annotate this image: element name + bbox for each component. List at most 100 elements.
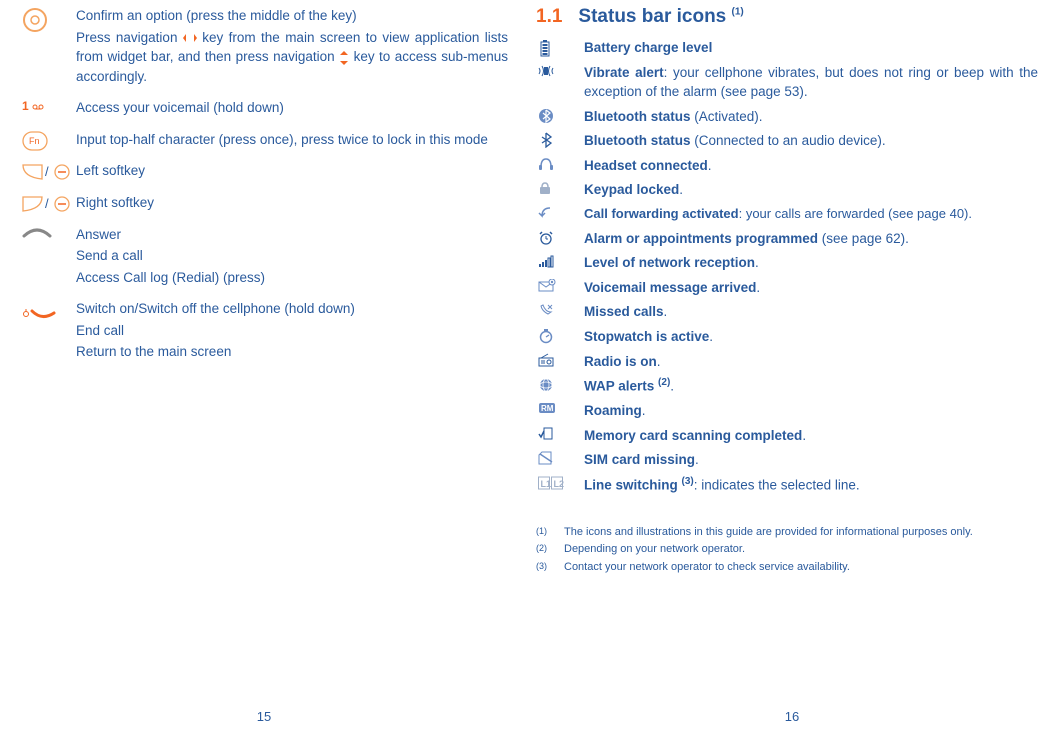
switch-text: Switch on/Switch off the cellphone (hold… <box>76 299 508 364</box>
radio-text: Radio is on. <box>584 352 1038 372</box>
stopwatch-icon <box>536 327 584 344</box>
memcard-text: Memory card scanning completed. <box>584 426 1038 446</box>
svg-text:1: 1 <box>22 99 29 113</box>
radio-icon <box>536 352 584 367</box>
page-left: Confirm an option (press the middle of t… <box>0 0 528 732</box>
answer-text: Answer Send a call Access Call log (Redi… <box>76 225 508 290</box>
switch-c: Return to the main screen <box>76 342 508 362</box>
voicemail-text: Access your voicemail (hold down) <box>76 98 508 118</box>
row-callforward: Call forwarding activated: your calls ar… <box>536 205 1038 226</box>
row-leftsoft: / Left softkey <box>20 161 508 183</box>
row-bt-connected: Bluetooth status (Connected to an audio … <box>536 131 1038 153</box>
svg-text:RM: RM <box>541 404 554 413</box>
fn1-num: (1) <box>536 525 564 540</box>
network-text: Level of network reception. <box>584 253 1038 273</box>
svg-text:Fn: Fn <box>29 136 40 146</box>
bt-act-text: Bluetooth status (Activated). <box>584 107 1038 127</box>
footnotes: (1)The icons and illustrations in this g… <box>536 525 1038 575</box>
row-missed: Missed calls. <box>536 302 1038 324</box>
battery-icon <box>536 38 584 57</box>
row-roaming: RM Roaming. <box>536 401 1038 423</box>
row-vibrate: Vibrate alert: your cellphone vibrates, … <box>536 63 1038 104</box>
leftsoft-text: Left softkey <box>76 161 508 181</box>
row-fn: Fn Input top-half character (press once)… <box>20 130 508 152</box>
vm-text: Voicemail message arrived. <box>584 278 1038 298</box>
ok-key-icon <box>20 6 76 33</box>
answer-a: Answer <box>76 225 508 245</box>
confirm-l1: Confirm an option (press the middle of t… <box>76 8 357 23</box>
row-headset: Headset connected. <box>536 156 1038 178</box>
fn3-text: Contact your network operator to check s… <box>564 560 1038 575</box>
row-confirm: Confirm an option (press the middle of t… <box>20 6 508 88</box>
memcard-icon <box>536 426 584 441</box>
vibrate-icon <box>536 63 584 78</box>
row-wap: WAP alerts (2). <box>536 376 1038 398</box>
keypad-text: Keypad locked. <box>584 180 1038 200</box>
fn-text: Input top-half character (press once), p… <box>76 130 508 150</box>
answer-b: Send a call <box>76 246 508 266</box>
call-forward-icon <box>536 205 584 220</box>
line-text: Line switching (3): indicates the select… <box>584 475 1038 495</box>
missed-text: Missed calls. <box>584 302 1038 322</box>
headset-icon <box>536 156 584 171</box>
page-number-right: 16 <box>528 709 1056 724</box>
section-heading: 1.1 Status bar icons (1) <box>536 6 1038 28</box>
right-softkey-icon: / <box>20 193 76 214</box>
fn2-num: (2) <box>536 542 564 557</box>
send-key-icon <box>20 225 76 240</box>
battery-text: Battery charge level <box>584 38 1038 58</box>
vibrate-text: Vibrate alert: your cellphone vibrates, … <box>584 63 1038 102</box>
row-radio: Radio is on. <box>536 352 1038 374</box>
svg-text:L2: L2 <box>554 479 565 489</box>
switch-b: End call <box>76 321 508 341</box>
wap-text: WAP alerts (2). <box>584 376 1038 396</box>
svg-text:L1: L1 <box>541 479 552 489</box>
row-memcard: Memory card scanning completed. <box>536 426 1038 448</box>
confirm-l2a: Press navigation <box>76 30 183 45</box>
svg-text:/: / <box>45 164 49 179</box>
nav-lr-icon <box>183 33 197 43</box>
switch-a: Switch on/Switch off the cellphone (hold… <box>76 299 508 319</box>
page-right: 1.1 Status bar icons (1) Battery charge … <box>528 0 1056 732</box>
confirm-text: Confirm an option (press the middle of t… <box>76 6 508 88</box>
section-title: Status bar icons (1) <box>578 6 743 28</box>
sim-text: SIM card missing. <box>584 450 1038 470</box>
roaming-icon: RM <box>536 401 584 414</box>
section-number: 1.1 <box>536 6 562 28</box>
svg-text:/: / <box>45 196 49 211</box>
bt-con-text: Bluetooth status (Connected to an audio … <box>584 131 1038 151</box>
key-1-icon: 1 <box>20 98 76 113</box>
row-switch: Switch on/Switch off the cellphone (hold… <box>20 299 508 364</box>
row-stopwatch: Stopwatch is active. <box>536 327 1038 349</box>
bluetooth-icon <box>536 107 584 124</box>
row-line: L1L2 Line switching (3): indicates the s… <box>536 475 1038 497</box>
line-switch-icon: L1L2 <box>536 475 584 490</box>
roaming-text: Roaming. <box>584 401 1038 421</box>
voicemail-msg-icon <box>536 278 584 293</box>
nav-ud-icon <box>339 51 349 65</box>
rightsoft-text: Right softkey <box>76 193 508 213</box>
left-softkey-icon: / <box>20 161 76 182</box>
fn-key-icon: Fn <box>20 130 76 151</box>
headset-text: Headset connected. <box>584 156 1038 176</box>
signal-icon <box>536 253 584 268</box>
row-rightsoft: / Right softkey <box>20 193 508 215</box>
row-alarm: Alarm or appointments programmed (see pa… <box>536 229 1038 251</box>
row-voicemail: 1 Access your voicemail (hold down) <box>20 98 508 120</box>
fn3-num: (3) <box>536 560 564 575</box>
cf-text: Call forwarding activated: your calls ar… <box>584 205 1038 224</box>
fn2-text: Depending on your network operator. <box>564 542 1038 557</box>
row-vm: Voicemail message arrived. <box>536 278 1038 300</box>
answer-c: Access Call log (Redial) (press) <box>76 268 508 288</box>
end-key-icon <box>20 299 76 321</box>
row-answer: Answer Send a call Access Call log (Redi… <box>20 225 508 290</box>
alarm-icon <box>536 229 584 246</box>
row-battery: Battery charge level <box>536 38 1038 60</box>
fn1-text: The icons and illustrations in this guid… <box>564 525 1038 540</box>
keypad-lock-icon <box>536 180 584 195</box>
stopwatch-text: Stopwatch is active. <box>584 327 1038 347</box>
row-network: Level of network reception. <box>536 253 1038 275</box>
row-bt-activated: Bluetooth status (Activated). <box>536 107 1038 129</box>
bluetooth-audio-icon <box>536 131 584 148</box>
row-keypad: Keypad locked. <box>536 180 1038 202</box>
